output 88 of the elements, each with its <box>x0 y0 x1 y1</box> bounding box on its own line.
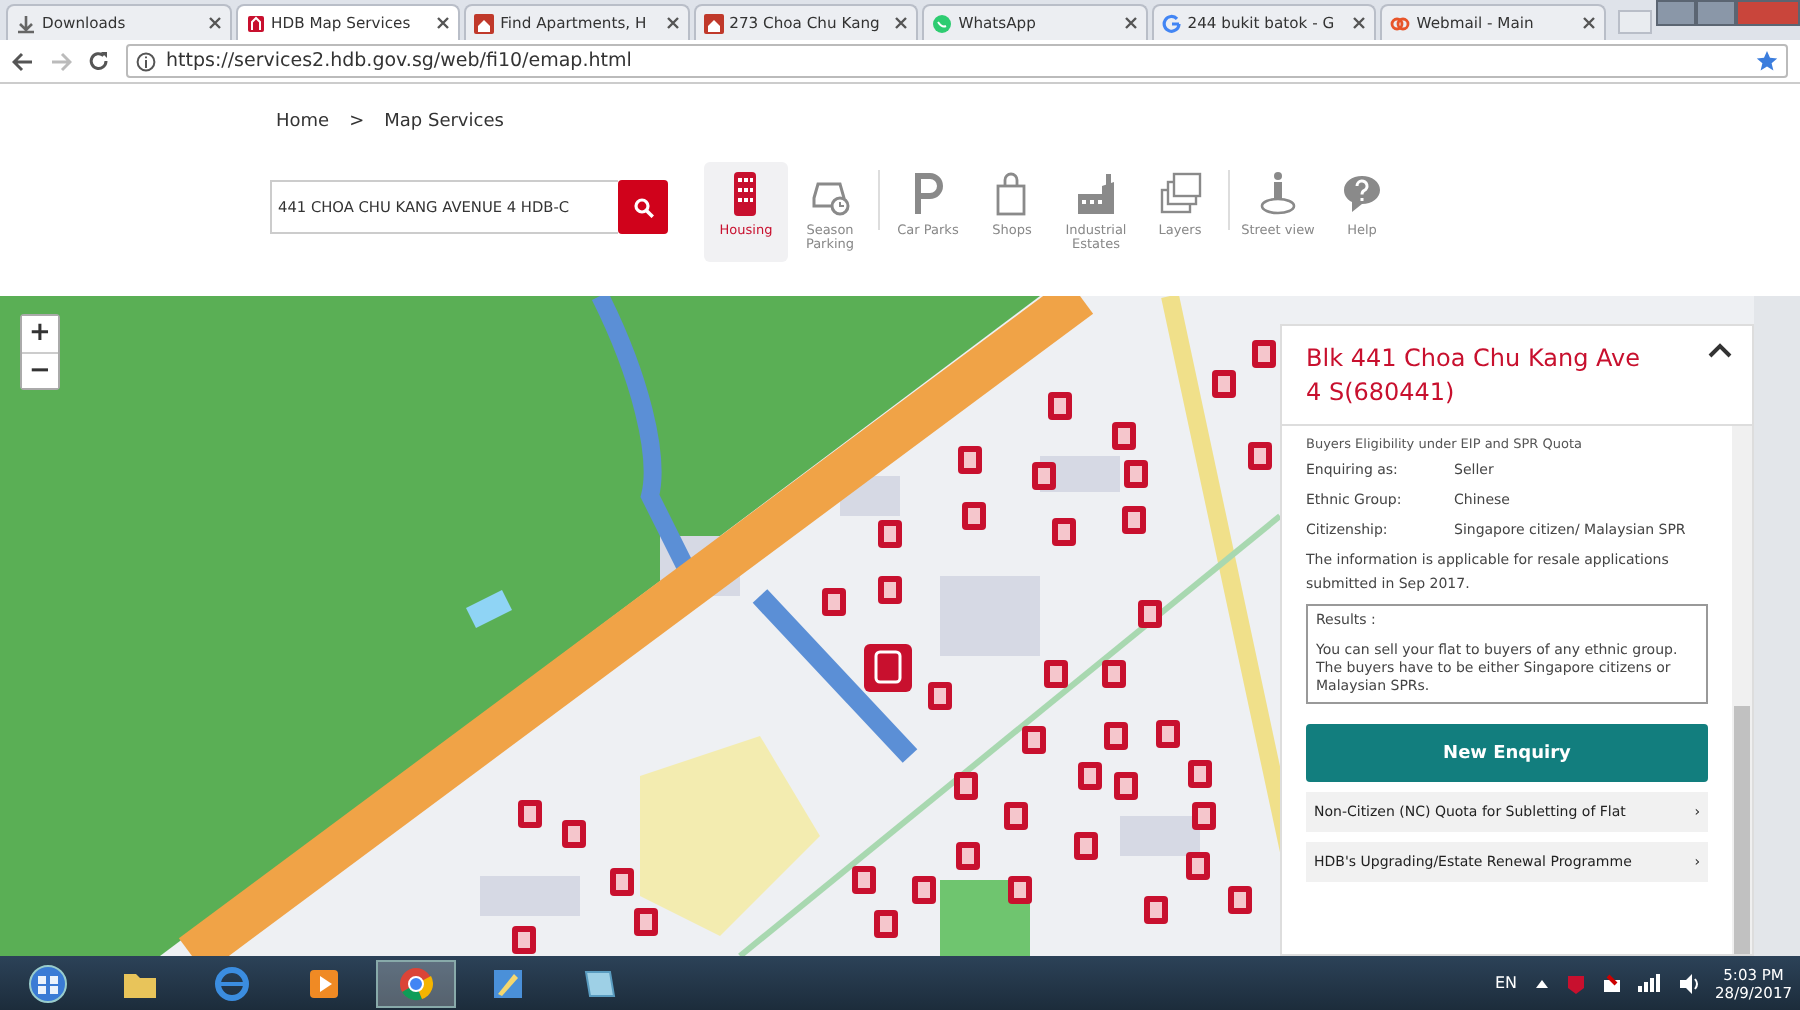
person-icon <box>1256 170 1300 218</box>
building-marker-icon[interactable] <box>874 910 898 938</box>
close-icon[interactable] <box>1123 16 1138 30</box>
house-icon <box>474 13 495 33</box>
building-marker-icon[interactable] <box>1186 852 1210 880</box>
building-marker-icon[interactable] <box>1252 340 1276 368</box>
zoom-out-button[interactable]: − <box>22 352 58 388</box>
building-marker-icon[interactable] <box>610 868 634 896</box>
breadcrumb-link[interactable]: Home <box>276 112 330 132</box>
flag-icon[interactable] <box>1601 973 1622 993</box>
building-marker-icon[interactable] <box>958 446 982 474</box>
building-marker-icon[interactable] <box>822 588 846 616</box>
layers-icon <box>1158 170 1202 218</box>
building-marker-icon[interactable] <box>1192 802 1216 830</box>
taskbar-button[interactable] <box>376 959 456 1007</box>
factory-icon <box>1074 170 1118 218</box>
building-marker-icon[interactable] <box>954 772 978 800</box>
close-icon[interactable] <box>1352 16 1367 30</box>
building-marker-icon[interactable] <box>1122 506 1146 534</box>
building-marker-icon[interactable] <box>878 576 902 604</box>
building-marker-icon[interactable] <box>1102 660 1126 688</box>
breadcrumb-current: Map Services <box>384 112 504 132</box>
new-enquiry-button[interactable]: New Enquiry <box>1306 724 1708 783</box>
building-marker-icon[interactable] <box>1248 442 1272 470</box>
building-marker-icon[interactable] <box>1104 722 1128 750</box>
building-marker-icon[interactable] <box>518 800 542 828</box>
link-icon <box>1390 13 1411 33</box>
building-marker-icon[interactable] <box>1212 370 1236 398</box>
scrollbar[interactable] <box>1732 425 1752 954</box>
help-icon <box>1340 170 1384 218</box>
language-indicator[interactable]: EN <box>1494 974 1518 992</box>
search-button[interactable] <box>618 180 668 234</box>
info-icon[interactable] <box>136 51 156 71</box>
house-icon <box>703 13 724 33</box>
download-icon <box>16 13 36 33</box>
building-marker-icon[interactable] <box>956 842 980 870</box>
pool-shape <box>466 590 512 628</box>
scrollbar-thumb[interactable] <box>1734 705 1750 954</box>
building-marker-icon[interactable] <box>1138 600 1162 628</box>
speaker-icon[interactable] <box>1677 973 1700 993</box>
building-marker-icon[interactable] <box>1078 762 1102 790</box>
building-marker-icon[interactable] <box>1008 876 1032 904</box>
building-marker-icon[interactable] <box>1188 760 1212 788</box>
building-marker-icon[interactable] <box>1052 518 1076 546</box>
house-icon <box>245 13 266 33</box>
building-marker-icon[interactable] <box>962 502 986 530</box>
building-marker-icon[interactable] <box>1144 896 1168 924</box>
star-icon[interactable] <box>1756 50 1778 72</box>
collapse-icon[interactable] <box>1708 342 1732 358</box>
address-field[interactable]: https://services2.hdb.gov.sg/web/fi10/emap.html <box>126 44 1788 78</box>
close-icon[interactable] <box>894 16 909 30</box>
building-marker-icon[interactable] <box>1114 772 1138 800</box>
panel-title: Blk 441 Choa Chu Kang Ave 4 S(680441) <box>1306 342 1642 411</box>
minimize-button[interactable] <box>1656 0 1697 26</box>
building-marker-icon[interactable] <box>634 908 658 936</box>
selected-marker-icon[interactable] <box>864 644 912 692</box>
building-marker-icon[interactable] <box>1124 460 1148 488</box>
chat-icon <box>932 13 953 33</box>
search-icon <box>633 197 653 217</box>
close-icon[interactable] <box>665 16 680 30</box>
signal-icon[interactable] <box>1637 974 1662 992</box>
windows-start-icon <box>28 963 68 1003</box>
letter-g-icon <box>1161 13 1182 33</box>
building-marker-icon[interactable] <box>1022 726 1046 754</box>
building-marker-icon[interactable] <box>912 876 936 904</box>
building-marker-icon[interactable] <box>928 682 952 710</box>
close-icon[interactable] <box>436 16 451 30</box>
caret-icon[interactable] <box>1533 977 1550 989</box>
shield-icon[interactable] <box>1565 973 1586 993</box>
back-icon[interactable] <box>12 51 34 71</box>
maximize-button[interactable] <box>1696 0 1737 26</box>
browser-e-icon <box>212 963 252 1003</box>
building-marker-icon[interactable] <box>878 520 902 548</box>
building-marker-icon[interactable] <box>1074 832 1098 860</box>
building-marker-icon[interactable] <box>1112 422 1136 450</box>
building-marker-icon[interactable] <box>512 926 536 954</box>
building-marker-icon[interactable] <box>852 866 876 894</box>
building-marker-icon[interactable] <box>1156 720 1180 748</box>
building-marker-icon[interactable] <box>1048 392 1072 420</box>
reload-icon[interactable] <box>88 50 110 72</box>
chrome-icon <box>396 963 436 1003</box>
close-icon[interactable] <box>1581 16 1596 30</box>
building-marker-icon[interactable] <box>1044 660 1068 688</box>
close-icon[interactable] <box>207 16 222 30</box>
building-marker-icon[interactable] <box>1228 886 1252 914</box>
building-marker-icon[interactable] <box>562 820 586 848</box>
breadcrumb-separator: > <box>349 112 365 132</box>
building-marker-icon[interactable] <box>1004 802 1028 830</box>
